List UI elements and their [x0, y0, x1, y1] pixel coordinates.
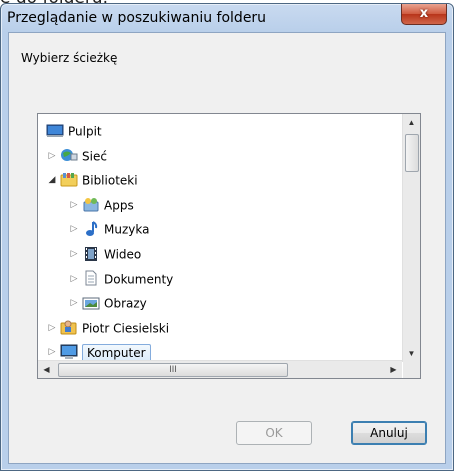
tree-item-muzyka[interactable]: ▷ Muzyka — [68, 218, 149, 240]
tree-item-label: Sieć — [82, 149, 107, 164]
libraries-icon — [60, 172, 78, 188]
tree-item-label: Apps — [104, 198, 134, 213]
pictures-icon — [82, 295, 100, 311]
expanded-arrow-icon[interactable]: ◢ — [46, 169, 58, 191]
scroll-right-icon[interactable]: ▶ — [385, 361, 402, 378]
cancel-button[interactable]: Anuluj — [351, 421, 427, 445]
folder-tree-viewport: Pulpit ▷ Sieć ◢ Biblioteki ▷ Apps ▷ Muzyka ▷ Wideo… — [38, 114, 402, 362]
scroll-down-icon[interactable]: ▼ — [403, 345, 420, 362]
scroll-left-icon[interactable]: ◀ — [38, 361, 55, 378]
computer-icon — [60, 344, 78, 360]
documents-icon — [82, 270, 100, 286]
user-folder-icon — [60, 319, 78, 335]
collapsed-arrow-icon[interactable]: ▷ — [68, 292, 80, 314]
folder-tree[interactable]: Pulpit ▷ Sieć ◢ Biblioteki ▷ Apps ▷ Muzyka ▷ Wideo… — [37, 113, 421, 379]
scroll-up-icon[interactable]: ▲ — [403, 114, 420, 131]
tree-item-label: Muzyka — [104, 222, 150, 237]
video-icon — [82, 246, 100, 262]
tree-item-label: Obrazy — [104, 296, 147, 311]
tree-item-label: Biblioteki — [82, 173, 138, 188]
tree-item-pulpit[interactable]: Pulpit — [44, 120, 102, 142]
network-icon — [60, 147, 78, 163]
collapsed-arrow-icon[interactable]: ▷ — [68, 218, 80, 240]
scrollbar-corner — [403, 361, 420, 378]
dialog-title: Przeglądanie w poszukiwaniu folderu — [7, 10, 267, 26]
collapsed-arrow-icon[interactable]: ▷ — [68, 268, 80, 290]
collapsed-arrow-icon[interactable]: ▷ — [46, 317, 58, 339]
prompt-label: Wybierz ścieżkę — [21, 51, 118, 65]
browse-folder-dialog: Przeglądanie w poszukiwaniu folderu x Wy… — [0, 3, 454, 471]
tree-item-piotr-ciesielski[interactable]: ▷ Piotr Ciesielski — [46, 317, 169, 339]
horizontal-scroll-thumb[interactable]: III — [58, 363, 288, 377]
tree-item-label: Dokumenty — [104, 272, 174, 287]
tree-item-label: Pulpit — [68, 124, 102, 139]
ok-button[interactable]: OK — [236, 421, 312, 445]
horizontal-scrollbar[interactable]: ◀ III ▶ — [38, 360, 402, 378]
vertical-scroll-thumb[interactable] — [405, 134, 419, 172]
close-button[interactable]: x — [401, 4, 447, 25]
tree-item-obrazy[interactable]: ▷ Obrazy — [68, 292, 147, 314]
tree-item-wideo[interactable]: ▷ Wideo — [68, 243, 141, 265]
tree-item-dokumenty[interactable]: ▷ Dokumenty — [68, 268, 173, 290]
tree-item-label: Piotr Ciesielski — [82, 321, 170, 336]
tree-item-biblioteki[interactable]: ◢ Biblioteki — [46, 169, 138, 191]
title-bar[interactable]: Przeglądanie w poszukiwaniu folderu x — [1, 4, 453, 34]
tree-item-sieć[interactable]: ▷ Sieć — [46, 145, 107, 167]
tree-item-komputer[interactable]: ▷ Komputer — [46, 341, 151, 362]
collapsed-arrow-icon[interactable]: ▷ — [68, 243, 80, 265]
vertical-scrollbar[interactable]: ▲ ▼ — [402, 114, 420, 362]
tree-item-label: Wideo — [104, 247, 142, 262]
tree-item-apps[interactable]: ▷ Apps — [68, 194, 134, 216]
collapsed-arrow-icon[interactable]: ▷ — [46, 341, 58, 362]
desktop-icon — [46, 123, 64, 139]
collapsed-arrow-icon[interactable]: ▷ — [68, 194, 80, 216]
apps-library-icon — [82, 196, 100, 212]
dialog-client-area: Wybierz ścieżkę Pulpit ▷ Sieć ◢ Biblioteki ▷ A… — [8, 32, 446, 464]
collapsed-arrow-icon[interactable]: ▷ — [46, 145, 58, 167]
music-icon — [82, 220, 100, 237]
